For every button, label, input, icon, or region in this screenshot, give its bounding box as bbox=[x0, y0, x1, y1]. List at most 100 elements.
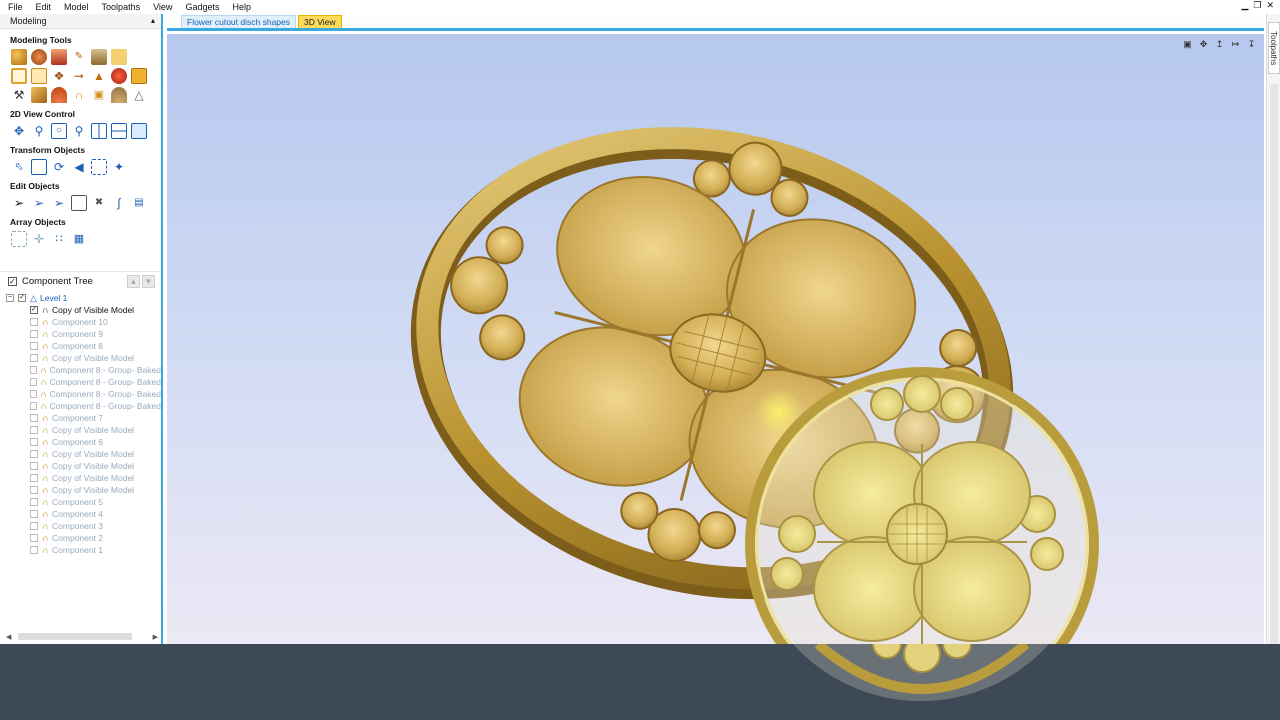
level-checkbox[interactable]: ✓ bbox=[18, 294, 26, 302]
menu-edit[interactable]: Edit bbox=[28, 1, 57, 13]
tree-item-checkbox[interactable] bbox=[30, 546, 38, 554]
mound-icon[interactable]: ​ bbox=[111, 87, 127, 103]
minimize-icon[interactable]: ▁ bbox=[1241, 0, 1248, 12]
tree-item[interactable]: ∩ Copy of Visible Model bbox=[0, 424, 161, 436]
move-up-icon[interactable]: ▲ bbox=[127, 275, 140, 288]
tree-item-checkbox[interactable] bbox=[30, 318, 38, 326]
tree-item-checkbox[interactable] bbox=[30, 450, 38, 458]
tree-item-checkbox[interactable] bbox=[30, 438, 38, 446]
tree-item-checkbox[interactable] bbox=[30, 498, 38, 506]
move-icon[interactable]: ⬁ bbox=[11, 159, 27, 175]
menu-file[interactable]: File bbox=[0, 1, 28, 13]
extrude-icon[interactable]: ​ bbox=[31, 49, 47, 65]
3d-viewport[interactable]: ▣ ✥ ↥ ↦ ↧ bbox=[167, 34, 1264, 644]
flatten-icon[interactable]: ​ bbox=[31, 87, 47, 103]
tree-item[interactable]: ∩ Component 8 - Group- Baked bbox=[0, 400, 161, 412]
tree-item[interactable]: ∩ Component 2 bbox=[0, 532, 161, 544]
tree-item-checkbox[interactable] bbox=[30, 342, 38, 350]
zoom-selected-icon[interactable]: ⚲ bbox=[71, 123, 87, 139]
tree-item[interactable]: ∩ Component 4 bbox=[0, 508, 161, 520]
tree-item-checkbox[interactable] bbox=[30, 390, 37, 398]
tree-item[interactable]: ∩ Copy of Visible Model bbox=[0, 352, 161, 364]
tab-2d-view[interactable]: Flower cutout disch shapes bbox=[181, 15, 296, 28]
set-size-icon[interactable]: ​ bbox=[31, 159, 47, 175]
create-component-icon[interactable]: ​ bbox=[11, 68, 27, 84]
menu-view[interactable]: View bbox=[145, 1, 177, 13]
tree-visible-checkbox[interactable]: ✓ bbox=[8, 277, 17, 286]
curve-icon[interactable]: ∫ bbox=[111, 195, 127, 211]
tilt-icon[interactable]: ➞ bbox=[71, 68, 87, 84]
tree-item[interactable]: ∩ Component 8 - Group- Baked bbox=[0, 376, 161, 388]
tree-item-checkbox[interactable] bbox=[30, 426, 38, 434]
lock-icon[interactable]: ▣ bbox=[91, 87, 107, 103]
menu-model[interactable]: Model bbox=[56, 1, 94, 13]
fill-region-icon[interactable]: ▦ bbox=[71, 231, 87, 247]
tree-item[interactable]: ∩ Component 8 - Group- Baked bbox=[0, 388, 161, 400]
slice-icon[interactable]: ❖ bbox=[51, 68, 67, 84]
tree-item-checkbox[interactable] bbox=[30, 534, 38, 542]
menu-gadgets[interactable]: Gadgets bbox=[177, 1, 224, 13]
tree-item-checkbox[interactable] bbox=[30, 510, 38, 518]
tree-item-checkbox[interactable] bbox=[30, 378, 37, 386]
tree-item-checkbox[interactable] bbox=[30, 330, 38, 338]
pan-icon[interactable]: ✥ bbox=[11, 123, 27, 139]
tree-item[interactable]: ∩ Component 8 - Group- Baked bbox=[0, 364, 161, 376]
tree-item[interactable]: ∩ Component 5 bbox=[0, 496, 161, 508]
view-layers-icon[interactable]: ​ bbox=[131, 123, 147, 139]
circular-copy-icon[interactable]: ✛ bbox=[31, 231, 47, 247]
import-component-icon[interactable]: ​ bbox=[111, 49, 127, 65]
close-icon[interactable]: ✕ bbox=[1266, 0, 1274, 12]
tree-item[interactable]: ∩ Component 3 bbox=[0, 520, 161, 532]
tree-item-checkbox[interactable] bbox=[30, 474, 38, 482]
toolpaths-tab[interactable]: Toolpaths bbox=[1268, 22, 1280, 74]
tree-item[interactable]: ∩ Copy of Visible Model bbox=[0, 448, 161, 460]
mirror-icon[interactable]: ​ bbox=[31, 68, 47, 84]
two-rail-sweep-icon[interactable]: ​ bbox=[51, 49, 67, 65]
scroll-right-icon[interactable]: ▶ bbox=[153, 633, 158, 641]
scroll-thumb[interactable] bbox=[18, 633, 132, 640]
collapse-icon[interactable]: − bbox=[6, 294, 14, 302]
rotate-icon[interactable]: ⟳ bbox=[51, 159, 67, 175]
transform-select-icon[interactable]: ➢ bbox=[51, 195, 67, 211]
menu-toolpaths[interactable]: Toolpaths bbox=[94, 1, 146, 13]
tab-3d-view[interactable]: 3D View bbox=[298, 15, 342, 28]
arch-icon[interactable]: ∩ bbox=[71, 87, 87, 103]
ungroup-icon[interactable]: ✖ bbox=[91, 195, 107, 211]
tree-item[interactable]: ∩ Component 9 bbox=[0, 328, 161, 340]
pin-icon[interactable]: ▴ bbox=[151, 16, 155, 25]
bake-icon[interactable]: ​ bbox=[111, 68, 127, 84]
tree-item[interactable]: ∩ Component 1 bbox=[0, 544, 161, 556]
tree-item[interactable]: ∩ Component 8 bbox=[0, 340, 161, 352]
tree-item-checkbox[interactable]: ✓ bbox=[30, 306, 38, 314]
distort-icon[interactable]: ​ bbox=[91, 49, 107, 65]
tree-item-checkbox[interactable] bbox=[30, 486, 38, 494]
zoom-in-icon[interactable]: ⚲ bbox=[31, 123, 47, 139]
tree-item[interactable]: ✓ ∩ Copy of Visible Model bbox=[0, 304, 161, 316]
tree-item[interactable]: ∩ Component 7 bbox=[0, 412, 161, 424]
block-copy-icon[interactable]: ​ bbox=[11, 231, 27, 247]
tree-item[interactable]: ∩ Copy of Visible Model bbox=[0, 472, 161, 484]
right-scrollbar[interactable] bbox=[1270, 84, 1278, 649]
tree-horizontal-scrollbar[interactable]: ◀ ▶ bbox=[6, 632, 158, 641]
tree-item-checkbox[interactable] bbox=[30, 354, 38, 362]
vector-texture-icon[interactable]: △ bbox=[131, 87, 147, 103]
sculpt-icon[interactable]: ✎ bbox=[71, 49, 87, 65]
texture-icon[interactable]: ​ bbox=[131, 68, 147, 84]
tree-item-checkbox[interactable] bbox=[30, 402, 37, 410]
tree-item[interactable]: ∩ Copy of Visible Model bbox=[0, 484, 161, 496]
node-edit-icon[interactable]: ➢ bbox=[31, 195, 47, 211]
restore-icon[interactable]: ❐ bbox=[1253, 0, 1261, 12]
scroll-left-icon[interactable]: ◀ bbox=[6, 633, 11, 641]
move-down-icon[interactable]: ▼ bbox=[142, 275, 155, 288]
tree-item-checkbox[interactable] bbox=[30, 366, 37, 374]
copy-along-icon[interactable]: ∷ bbox=[51, 231, 67, 247]
tree-item-checkbox[interactable] bbox=[30, 522, 38, 530]
tree-item-checkbox[interactable] bbox=[30, 414, 38, 422]
select-icon[interactable]: ➢ bbox=[11, 195, 27, 211]
view-horizontal-icon[interactable]: ​ bbox=[111, 123, 127, 139]
tree-level-row[interactable]: − ✓ △ Level 1 bbox=[0, 292, 161, 304]
delete-icon[interactable]: ▤ bbox=[131, 195, 147, 211]
tree-item[interactable]: ∩ Component 6 bbox=[0, 436, 161, 448]
menu-help[interactable]: Help bbox=[224, 1, 256, 13]
group-icon[interactable]: ​ bbox=[71, 195, 87, 211]
